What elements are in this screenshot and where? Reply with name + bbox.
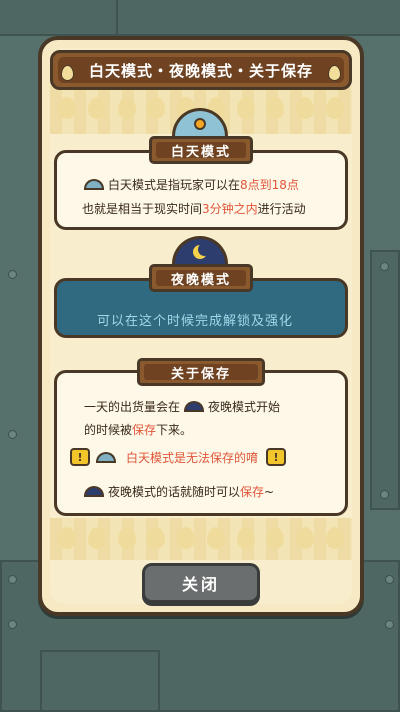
egg-icon [328, 65, 341, 81]
night-mode-label-plank: 夜晚模式 [149, 264, 253, 292]
save-line-3: ! 白天模式是无法保存的唷 ! [70, 448, 292, 466]
save-line-4: 夜晚模式的话就随时可以 保存 ~ [84, 483, 274, 500]
rivet [380, 490, 389, 499]
close-button-label: 关闭 [181, 575, 220, 594]
night-icon [184, 401, 205, 412]
egg-decor-row [58, 527, 344, 549]
rivet [380, 262, 389, 271]
save-line-2: 的时候被 保存 下来。 [84, 423, 193, 437]
rivet [8, 620, 17, 629]
background-panel [40, 650, 160, 712]
save-label-plank: 关于保存 [137, 358, 265, 386]
background-panel [0, 0, 118, 36]
day-line-2: 也就是相当于现实时间 3分钟之内 进行活动 [82, 202, 306, 216]
rivet [385, 575, 394, 584]
dialog-title: 白天模式・夜晚模式・关于保存 [88, 61, 313, 80]
day-mode-label: 白天模式 [170, 144, 231, 160]
rivet [8, 430, 17, 439]
save-label: 关于保存 [170, 366, 231, 382]
save-line-1: 一天的出货量会在 夜晚模式开始 [84, 400, 281, 414]
rivet [8, 270, 17, 279]
night-line-1: 可以在这个时候完成解锁及强化 [97, 314, 294, 329]
night-mode-label: 夜晚模式 [170, 272, 231, 288]
night-icon [84, 486, 104, 497]
close-button[interactable]: 关闭 [142, 563, 260, 603]
title-banner: 白天模式・夜晚模式・关于保存 [50, 50, 352, 90]
rivet [385, 620, 394, 629]
egg-icon [61, 65, 74, 81]
day-mode-label-plank: 白天模式 [149, 136, 253, 164]
background-panel [370, 250, 400, 510]
warning-icon: ! [70, 448, 90, 466]
day-icon [84, 179, 104, 190]
warning-icon: ! [266, 448, 287, 466]
day-icon [96, 451, 116, 463]
day-line-1: 白天模式是指玩家可以在 8点到18点 [84, 176, 299, 193]
rivet [8, 575, 17, 584]
background-panel [116, 0, 400, 36]
